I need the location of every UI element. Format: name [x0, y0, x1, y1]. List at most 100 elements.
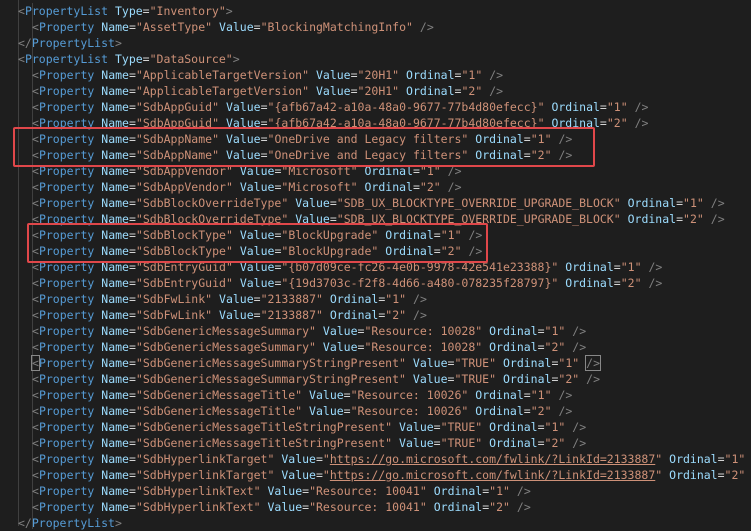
code-line[interactable]: <Property Name="SdbAppGuid" Value="{afb6… — [0, 115, 751, 131]
quote: " — [606, 116, 614, 130]
code-line[interactable]: <Property Name="SdbGenericMessageTitleSt… — [0, 435, 751, 451]
quote: " — [295, 404, 303, 418]
code-line[interactable]: <Property Name="SdbHyperlinkTarget" Valu… — [0, 451, 751, 467]
xml-code-editor[interactable]: <PropertyList Type="Inventory"> <Property… — [0, 0, 751, 530]
attribute-value: Resource: 10026 — [357, 404, 462, 418]
equals-sign: = — [128, 84, 136, 98]
equals-sign: = — [128, 420, 136, 434]
code-line[interactable]: <Property Name="SdbBlockType" Value="Blo… — [0, 227, 751, 243]
code-line[interactable]: <Property Name="SdbHyperlinkText" Value=… — [0, 483, 751, 499]
attribute-value: SdbGenericMessageTitleStringPresent — [142, 420, 386, 434]
quote: " — [135, 324, 143, 338]
code-line[interactable]: <Property Name="SdbAppName" Value="OneDr… — [0, 147, 751, 163]
code-line[interactable]: <PropertyList Type="Inventory"> — [0, 3, 751, 19]
attribute-value: 2133887 — [267, 292, 316, 306]
quote: " — [419, 164, 427, 178]
quote: " — [212, 132, 220, 146]
equals-sign: = — [433, 228, 441, 242]
tag-close-bracket: > — [232, 52, 240, 66]
code-line[interactable]: </PropertyList> — [0, 35, 751, 51]
code-line[interactable]: <Property Name="SdbAppGuid" Value="{afb6… — [0, 99, 751, 115]
tag-name: Property — [38, 132, 95, 146]
tag-self-close: /> — [634, 100, 649, 114]
attribute-value[interactable]: https://go.microsoft.com/fwlink/?LinkId=… — [330, 452, 655, 466]
code-line[interactable]: <Property Name="SdbGenericMessageTitle" … — [0, 403, 751, 419]
quote: " — [385, 420, 393, 434]
quote: " — [135, 484, 143, 498]
code-line[interactable]: <Property Name="SdbFwLink" Value="213388… — [0, 307, 751, 323]
tag-name: Property — [38, 388, 95, 402]
code-line[interactable]: <Property Name="SdbEntryGuid" Value="{b0… — [0, 259, 751, 275]
attribute-value[interactable]: https://go.microsoft.com/fwlink/?LinkId=… — [330, 468, 655, 482]
quote: " — [537, 116, 545, 130]
code-line[interactable]: <Property Name="ApplicableTargetVersion"… — [0, 67, 751, 83]
tag-name: Property — [38, 68, 95, 82]
code-line[interactable]: <Property Name="SdbGenericMessageSummary… — [0, 355, 751, 371]
code-line[interactable]: <Property Name="SdbEntryGuid" Value="{19… — [0, 275, 751, 291]
attribute-value: TRUE — [447, 436, 476, 450]
attribute-name: Name — [101, 276, 129, 290]
quote: " — [475, 84, 483, 98]
attribute-name: Name — [101, 292, 129, 306]
equals-sign: = — [599, 100, 607, 114]
attribute-name: Value — [225, 116, 261, 130]
attribute-name: Value — [219, 308, 254, 322]
code-line[interactable]: </PropertyList> — [0, 515, 751, 531]
code-line[interactable]: <Property Name="SdbAppVendor" Value="Mic… — [0, 179, 751, 195]
code-line[interactable]: <Property Name="SdbBlockType" Value="Blo… — [0, 243, 751, 259]
equals-sign: = — [128, 164, 136, 178]
attribute-value: Resource: 10028 — [371, 324, 476, 338]
code-line[interactable]: <Property Name="SdbGenericMessageSummary… — [0, 371, 751, 387]
quote: " — [135, 148, 143, 162]
attribute-value: {19d3703c-f2f8-4d66-a480-078235f28797} — [288, 276, 552, 290]
tag-open-bracket: < — [32, 148, 39, 162]
code-line[interactable]: <Property Name="ApplicableTargetVersion"… — [0, 83, 751, 99]
quote: " — [260, 292, 268, 306]
equals-sign: = — [523, 148, 531, 162]
quote: " — [683, 196, 690, 210]
quote: " — [620, 100, 628, 114]
code-line[interactable]: <Property Name="SdbGenericMessageSummary… — [0, 323, 751, 339]
code-line[interactable]: <Property Name="SdbFwLink" Value="213388… — [0, 291, 751, 307]
attribute-value: {afb67a42-a10a-48a0-9677-77b4d80efecc} — [274, 116, 538, 130]
tag-open-bracket: < — [32, 468, 39, 482]
attribute-name: Ordinal — [551, 116, 600, 130]
quote: " — [135, 292, 143, 306]
code-line[interactable]: <Property Name="SdbAppVendor" Value="Mic… — [0, 163, 751, 179]
code-line[interactable]: <Property Name="SdbBlockOverrideType" Va… — [0, 211, 751, 227]
tag-self-close: /> — [572, 420, 587, 434]
tag-name: Property — [38, 404, 95, 418]
tag-name: Property — [38, 164, 95, 178]
tag-name: Property — [38, 308, 95, 322]
code-line[interactable]: <Property Name="SdbGenericMessageTitle" … — [0, 387, 751, 403]
tag-self-close: /> — [558, 132, 573, 146]
attribute-name: Ordinal — [565, 276, 614, 290]
code-line[interactable]: <Property Name="SdbBlockOverrideType" Va… — [0, 195, 751, 211]
code-line[interactable]: <Property Name="SdbGenericMessageTitleSt… — [0, 419, 751, 435]
attribute-name: Type — [114, 4, 143, 18]
equals-sign: = — [253, 308, 261, 322]
code-line[interactable]: <Property Name="SdbGenericMessageSummary… — [0, 339, 751, 355]
tag-open-bracket: < — [32, 388, 39, 402]
tag-open-bracket: < — [32, 452, 39, 466]
attribute-name: Value — [295, 196, 330, 210]
equals-sign: = — [260, 132, 268, 146]
code-line[interactable]: <Property Name="AssetType" Value="Blocki… — [0, 19, 751, 35]
quote: " — [212, 100, 220, 114]
code-line[interactable]: <Property Name="SdbHyperlinkTarget" Valu… — [0, 467, 751, 483]
attribute-value: BlockingMatchingInfo — [267, 20, 407, 34]
attribute-name: Value — [309, 404, 344, 418]
code-line[interactable]: <Property Name="SdbAppName" Value="OneDr… — [0, 131, 751, 147]
attribute-name: Value — [309, 388, 344, 402]
equals-sign: = — [613, 260, 621, 274]
quote: " — [683, 212, 690, 226]
attribute-name: Value — [267, 484, 303, 498]
quote: " — [475, 420, 483, 434]
quote: " — [205, 20, 213, 34]
quote: " — [135, 244, 143, 258]
code-line[interactable]: <PropertyList Type="DataSource"> — [0, 51, 751, 67]
code-line[interactable]: <Property Name="SdbHyperlinkText" Value=… — [0, 499, 751, 515]
equals-sign: = — [412, 164, 420, 178]
attribute-value: ApplicableTargetVersion — [142, 84, 303, 98]
tag-self-close: /> — [516, 500, 531, 514]
